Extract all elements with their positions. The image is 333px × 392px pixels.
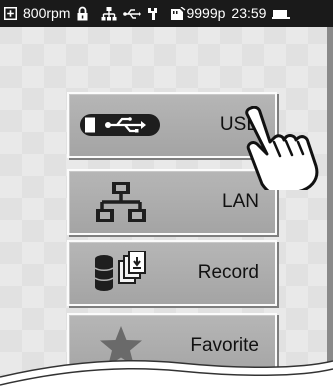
tool-icon (147, 7, 158, 21)
record-button[interactable]: Record (67, 240, 277, 306)
network-icon (101, 6, 117, 21)
pointing-hand-icon (245, 106, 319, 190)
frame-edge (327, 27, 333, 392)
spin-speed: 800rpm (23, 5, 71, 21)
plus-box-icon (4, 7, 17, 20)
record-button-label: Record (197, 262, 259, 283)
usb-icon (123, 8, 142, 20)
record-icon (79, 250, 163, 296)
device-screen: 800rpm 9999p 23:59 USB LAN Record Favori… (0, 0, 333, 392)
lock-icon (76, 6, 89, 21)
memory-card-icon (170, 6, 186, 21)
status-bar: 800rpm 9999p 23:59 (0, 0, 333, 27)
usb-icon (79, 102, 163, 148)
print-count: 9999p (186, 5, 226, 21)
lan-icon (79, 179, 163, 225)
screen-cutoff (0, 359, 333, 392)
battery-icon (272, 8, 291, 20)
clock-time: 23:59 (231, 5, 267, 21)
